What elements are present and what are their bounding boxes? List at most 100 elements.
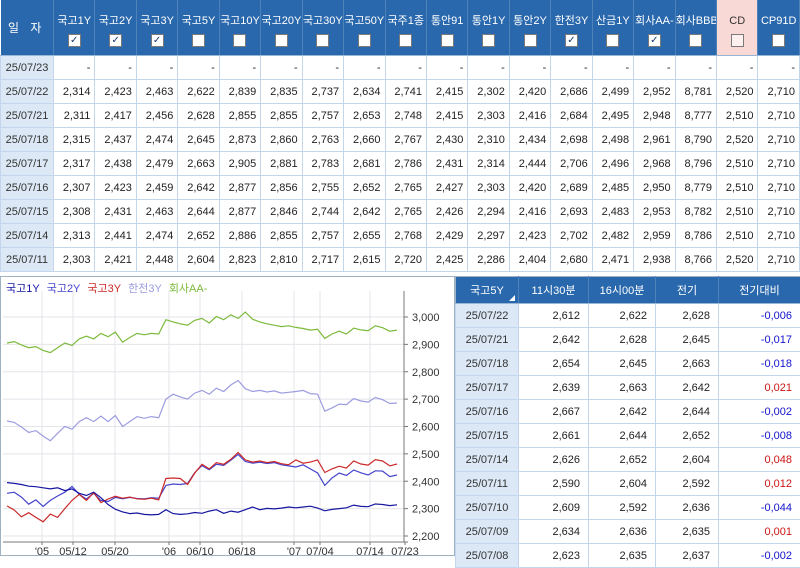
rate-cell: 2,437 bbox=[95, 128, 136, 152]
column-header[interactable]: 국고20Y bbox=[261, 0, 302, 56]
series-line-국고1Y bbox=[7, 483, 397, 515]
column-header[interactable]: 회사BBB- bbox=[675, 0, 716, 56]
rate-cell: 2,286 bbox=[468, 248, 509, 272]
rate-cell: 2,765 bbox=[385, 176, 426, 200]
sort-column-header[interactable]: 국고5Y bbox=[456, 277, 519, 304]
price-cell: 2,644 bbox=[656, 400, 719, 424]
column-header-label: 국고5Y bbox=[178, 14, 218, 28]
column-header-label: CP91D bbox=[758, 14, 799, 28]
rate-cell: 2,294 bbox=[468, 200, 509, 224]
column-header[interactable]: 국고3Y✓ bbox=[136, 0, 177, 56]
price-cell: 2,604 bbox=[589, 472, 656, 496]
rate-cell: 2,655 bbox=[344, 224, 385, 248]
rate-cell: 2,307 bbox=[54, 176, 95, 200]
price-cell: 2,637 bbox=[656, 544, 719, 568]
rate-cell: 2,430 bbox=[426, 128, 467, 152]
column-header[interactable]: 한전3Y ✓ bbox=[551, 0, 592, 56]
rate-cell: 2,482 bbox=[592, 224, 633, 248]
price-cell: 2,635 bbox=[656, 520, 719, 544]
column-header[interactable]: 국고1Y✓ bbox=[54, 0, 95, 56]
column-header[interactable]: 국고30Y bbox=[302, 0, 343, 56]
y-tick-label: 2,900 bbox=[412, 339, 440, 351]
sort-indicator-icon bbox=[509, 295, 515, 301]
bottom-panels: 국고1Y국고2Y국고3Y한전3Y회사AA- 3,0002,9002,8002,7… bbox=[0, 276, 800, 556]
price-cell: 2,642 bbox=[589, 400, 656, 424]
rate-cell: 2,768 bbox=[385, 224, 426, 248]
change-cell: -0,002 bbox=[719, 400, 800, 424]
rate-cell: 2,498 bbox=[592, 128, 633, 152]
column-checkbox[interactable] bbox=[689, 34, 702, 47]
table-row: 25/07/152,3082,4312,4632,6442,8772,8462,… bbox=[1, 200, 800, 224]
rate-cell: 2,423 bbox=[509, 224, 550, 248]
column-checkbox[interactable] bbox=[731, 34, 744, 47]
column-checkbox[interactable]: ✓ bbox=[648, 34, 661, 47]
column-header[interactable]: 16시00분 bbox=[589, 277, 656, 304]
y-tick-label: 2,500 bbox=[412, 449, 440, 461]
rate-cell: 2,303 bbox=[468, 176, 509, 200]
rate-cell: 2,303 bbox=[54, 248, 95, 272]
column-header[interactable]: 회사AA-✓ bbox=[634, 0, 675, 56]
rate-cell: 2,873 bbox=[219, 128, 260, 152]
column-header[interactable]: 전기 bbox=[656, 277, 719, 304]
column-checkbox[interactable] bbox=[441, 34, 454, 47]
column-checkbox[interactable] bbox=[275, 34, 288, 47]
column-header[interactable]: 산금1Y bbox=[592, 0, 633, 56]
column-checkbox[interactable]: ✓ bbox=[565, 34, 578, 47]
column-header[interactable]: 통안1Y bbox=[468, 0, 509, 56]
column-checkbox[interactable] bbox=[399, 34, 412, 47]
rate-cell: 2,520 bbox=[717, 80, 758, 104]
change-cell: 0,048 bbox=[719, 448, 800, 472]
column-header[interactable]: CD bbox=[717, 0, 758, 56]
price-cell: 2,661 bbox=[519, 424, 589, 448]
column-checkbox[interactable] bbox=[606, 34, 619, 47]
column-checkbox[interactable]: ✓ bbox=[68, 34, 81, 47]
change-cell: -0,002 bbox=[719, 544, 800, 568]
rate-cell: 2,720 bbox=[385, 248, 426, 272]
rate-cell: 2,495 bbox=[592, 104, 633, 128]
column-header[interactable]: 전기대비 bbox=[719, 277, 800, 304]
rate-cell: 2,314 bbox=[54, 80, 95, 104]
column-header[interactable]: 11시30분 bbox=[519, 277, 589, 304]
series-line-한전3Y bbox=[7, 381, 397, 441]
rate-cell: 2,622 bbox=[178, 80, 219, 104]
column-header[interactable]: 국고10Y bbox=[219, 0, 260, 56]
rate-cell: 2,308 bbox=[54, 200, 95, 224]
column-checkbox[interactable] bbox=[358, 34, 371, 47]
rate-cell: 2,710 bbox=[758, 224, 800, 248]
row-date: 25/07/17 bbox=[1, 152, 54, 176]
column-checkbox[interactable]: ✓ bbox=[109, 34, 122, 47]
rate-cell: 2,471 bbox=[592, 248, 633, 272]
column-header[interactable]: 국고50Y bbox=[344, 0, 385, 56]
rate-cell: 2,311 bbox=[54, 104, 95, 128]
x-tick-label: 07/04 bbox=[306, 546, 334, 555]
column-checkbox[interactable] bbox=[482, 34, 495, 47]
column-checkbox[interactable]: ✓ bbox=[151, 34, 164, 47]
rate-cell: 2,313 bbox=[54, 224, 95, 248]
column-checkbox[interactable] bbox=[233, 34, 246, 47]
row-date: 25/07/22 bbox=[1, 80, 54, 104]
column-header[interactable]: 국고2Y✓ bbox=[95, 0, 136, 56]
column-header[interactable]: 통안2Y bbox=[509, 0, 550, 56]
column-header-label: 한전3Y bbox=[551, 14, 591, 28]
column-header[interactable]: 통안91 bbox=[426, 0, 467, 56]
column-checkbox[interactable] bbox=[192, 34, 205, 47]
column-header[interactable]: CP91D bbox=[758, 0, 800, 56]
table-row: 25/07/172,6392,6632,6420,021 bbox=[456, 376, 800, 400]
rate-cell: 2,948 bbox=[634, 104, 675, 128]
rate-cell: 2,448 bbox=[136, 248, 177, 272]
rate-cell: 8,766 bbox=[675, 248, 716, 272]
column-header[interactable]: 국주1종 bbox=[385, 0, 426, 56]
column-header[interactable]: 국고5Y bbox=[178, 0, 219, 56]
column-checkbox[interactable] bbox=[316, 34, 329, 47]
column-checkbox[interactable] bbox=[524, 34, 537, 47]
rate-cell: 2,431 bbox=[426, 152, 467, 176]
price-cell: 2,667 bbox=[519, 400, 589, 424]
rate-cell: 2,644 bbox=[178, 200, 219, 224]
legend-item: 한전3Y bbox=[128, 280, 162, 296]
yield-history-chart: 3,0002,9002,8002,7002,6002,5002,4002,300… bbox=[1, 277, 454, 555]
column-checkbox[interactable] bbox=[772, 34, 785, 47]
change-cell: 0,021 bbox=[719, 376, 800, 400]
rate-cell: 2,441 bbox=[95, 224, 136, 248]
rate-cell: 2,846 bbox=[261, 200, 302, 224]
rate-cell: - bbox=[468, 56, 509, 80]
